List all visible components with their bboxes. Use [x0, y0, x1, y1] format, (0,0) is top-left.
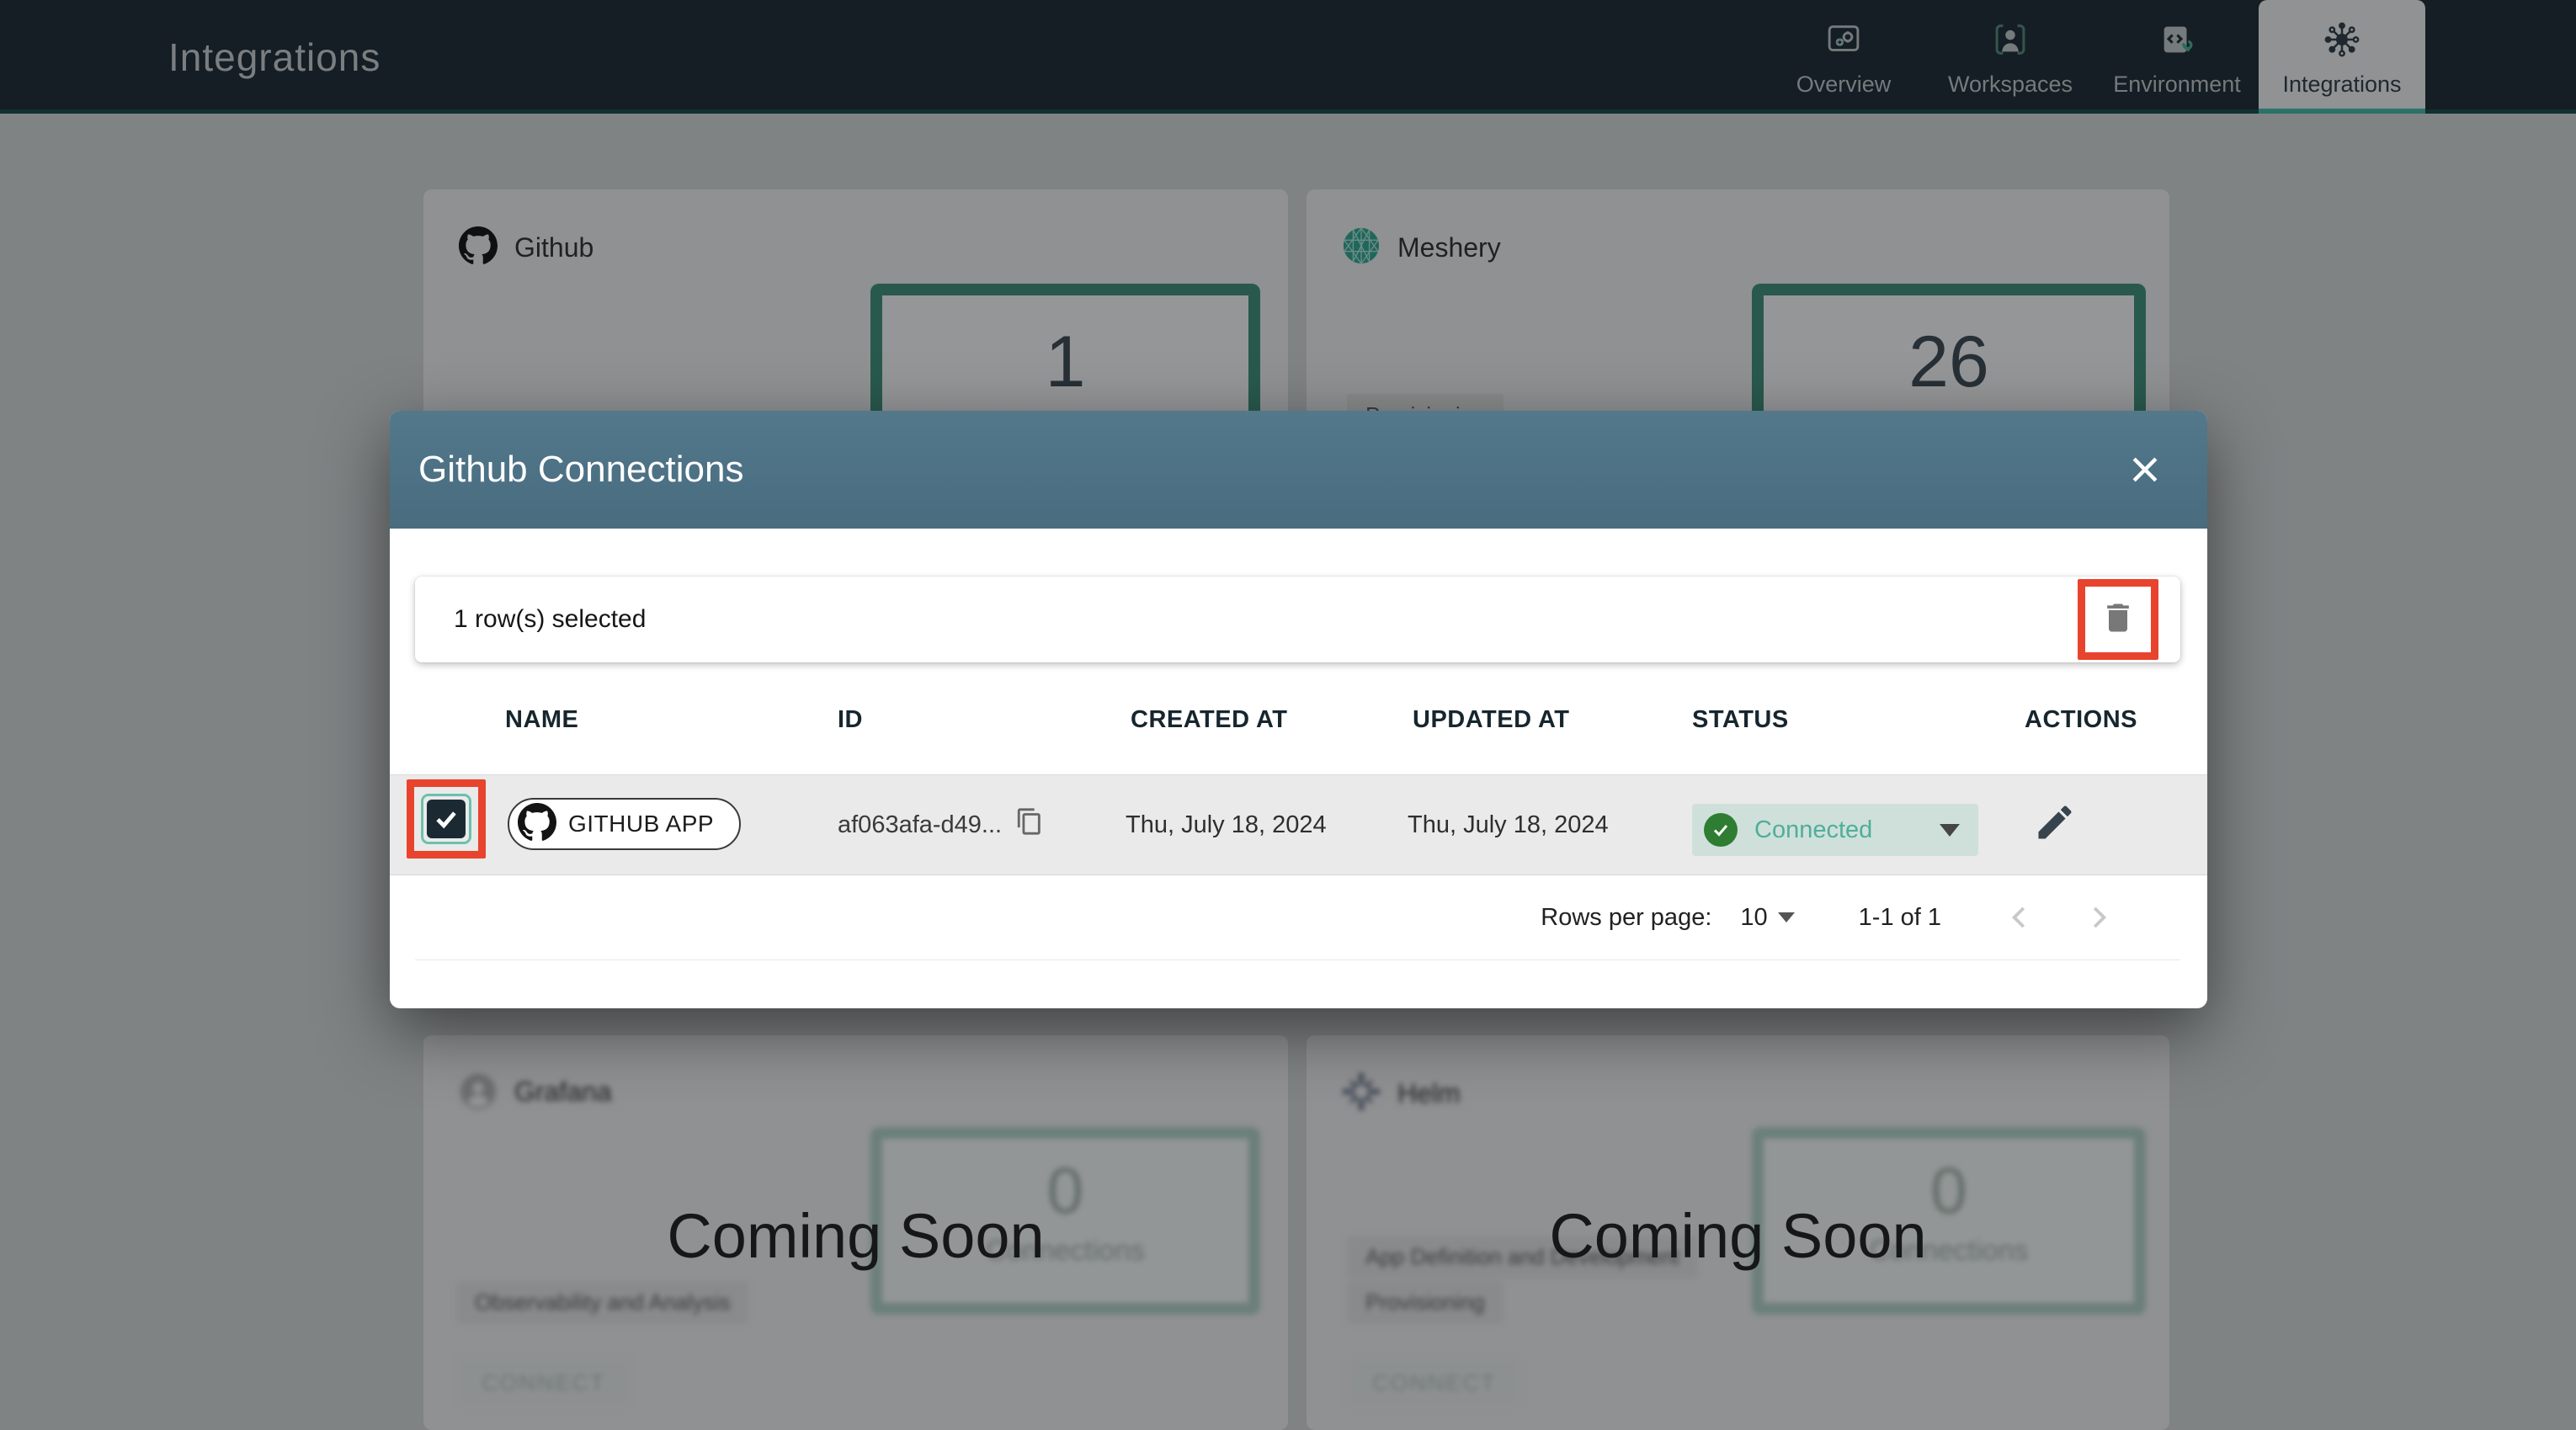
- selection-count-text: 1 row(s) selected: [454, 605, 647, 633]
- column-header-name: NAME: [505, 706, 579, 733]
- modal-header: Github Connections: [390, 411, 2207, 529]
- copy-icon[interactable]: [1015, 807, 1044, 843]
- integrations-page: Integrations Overview Workspaces Environ…: [0, 0, 2576, 1430]
- modal-title: Github Connections: [418, 449, 744, 490]
- edit-connection-button[interactable]: [2033, 800, 2080, 848]
- chevron-left-icon: [2011, 906, 2025, 928]
- close-icon[interactable]: [2126, 451, 2164, 488]
- table-row: GITHUB APP af063afa-d49... Thu, July 18,…: [390, 774, 2207, 875]
- github-octocat-icon: [518, 802, 556, 846]
- rows-per-page-label: Rows per page:: [1541, 903, 1712, 931]
- previous-page-button[interactable]: [2000, 898, 2039, 937]
- updated-at-value: Thu, July 18, 2024: [1408, 811, 1609, 838]
- connection-name: GITHUB APP: [568, 811, 715, 837]
- connection-id: af063afa-d49...: [838, 811, 1003, 838]
- created-at-value: Thu, July 18, 2024: [1126, 811, 1327, 838]
- column-header-status: STATUS: [1692, 706, 1789, 733]
- edit-pencil-icon: [2033, 805, 2077, 848]
- row-select-checkbox[interactable]: [427, 800, 466, 838]
- trash-icon: [2100, 599, 2137, 641]
- checkbox-check-icon: [436, 811, 456, 829]
- status-dropdown[interactable]: Connected: [1692, 804, 1978, 856]
- column-header-updated-at: UPDATED AT: [1413, 706, 1570, 733]
- delete-selected-button[interactable]: [2078, 579, 2158, 660]
- rows-per-page-select[interactable]: 10: [1740, 903, 1795, 932]
- connection-name-chip[interactable]: GITHUB APP: [508, 798, 742, 850]
- row-select-highlight: [407, 779, 486, 859]
- next-page-button[interactable]: [2079, 898, 2118, 937]
- selection-toolbar: 1 row(s) selected: [415, 577, 2180, 662]
- check-circle-icon: [1704, 813, 1738, 847]
- column-header-actions: ACTIONS: [2025, 706, 2137, 733]
- table-pagination: Rows per page: 10 1-1 of 1: [415, 875, 2180, 960]
- rows-per-page-value: 10: [1740, 903, 1768, 931]
- column-header-created-at: CREATED AT: [1131, 706, 1288, 733]
- column-header-id: ID: [838, 706, 863, 733]
- dropdown-caret-icon: [1940, 823, 1960, 837]
- dropdown-caret-icon: [1777, 912, 1795, 922]
- chevron-right-icon: [2093, 906, 2107, 928]
- status-value: Connected: [1754, 816, 1873, 843]
- pagination-range: 1-1 of 1: [1858, 903, 1941, 931]
- github-connections-modal: Github Connections 1 row(s) selected NAM…: [390, 411, 2207, 1008]
